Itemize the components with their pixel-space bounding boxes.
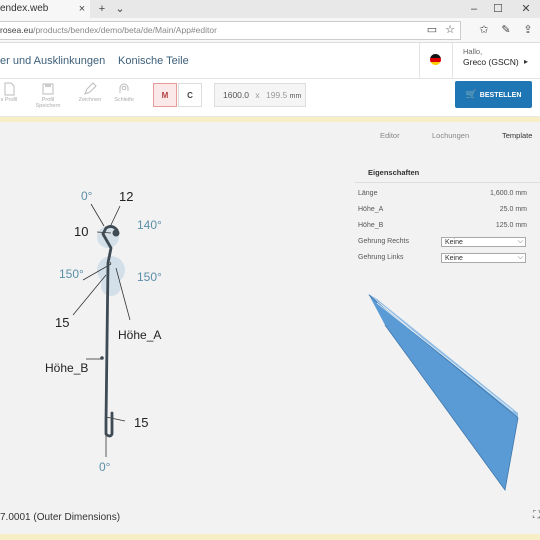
prop-label-gehrung-links: Gehrung Links	[358, 254, 404, 261]
url-host: rosea.eu	[0, 25, 34, 35]
order-button-label: BESTELLEN	[479, 92, 522, 99]
prop-label-gehrung-rechts: Gehrung Rechts	[358, 238, 409, 245]
greeting-text: Hallo,	[463, 47, 483, 56]
prop-label-hoehe-a: Höhe_A	[358, 206, 384, 213]
tool-label: Schleife	[114, 97, 134, 103]
browser-tab-bar: endex.web × + ⌄ – ☐ ✕	[0, 0, 540, 18]
tab-close-icon[interactable]: ×	[74, 0, 90, 18]
prop-value-hoehe-b[interactable]: 125.0 mm	[496, 222, 527, 229]
length-label-10[interactable]: 10	[74, 224, 88, 239]
3d-model-preview[interactable]	[355, 285, 540, 510]
user-menu[interactable]: Greco (GSCN)	[463, 57, 519, 67]
reading-view-icon[interactable]: ▭	[424, 21, 440, 39]
hoehe-b-label[interactable]: Höhe_B	[45, 361, 88, 375]
fold-node[interactable]	[112, 229, 120, 237]
angle-label-150-right[interactable]: 150°	[137, 270, 162, 284]
pencil-icon	[84, 82, 97, 95]
tab-menu-chevron-icon[interactable]: ⌄	[112, 0, 128, 18]
angle-label-150-left[interactable]: 150°	[59, 267, 84, 281]
prop-label-laenge: Länge	[358, 190, 378, 197]
share-icon[interactable]: ⇪	[520, 21, 536, 39]
file-icon	[4, 82, 15, 96]
tab-template[interactable]: Template	[502, 131, 532, 140]
bottom-strip	[0, 534, 540, 540]
url-field[interactable]: rosea.eu/products/bendex/demo/beta/de/Ma…	[0, 21, 461, 40]
tab-title: endex.web	[0, 3, 49, 14]
model-face	[369, 295, 518, 490]
gehrung-links-select[interactable]: Keine ⌵	[441, 253, 526, 263]
tab-lochungen[interactable]: Lochungen	[432, 131, 469, 140]
draw-button[interactable]: Zeichnen	[73, 79, 107, 103]
mode-m-toggle[interactable]: M	[153, 83, 177, 107]
favorites-hub-icon[interactable]: ✩	[476, 21, 492, 39]
length-label-15-top[interactable]: 15	[55, 315, 69, 330]
header-divider	[419, 43, 420, 78]
minimize-button[interactable]: –	[466, 0, 482, 18]
url-path: /products/bendex/demo/beta/de/Main/App#e…	[33, 25, 217, 35]
tool-label: s Profil	[0, 97, 18, 103]
new-tab-button[interactable]: +	[94, 0, 110, 18]
prop-value-hoehe-a[interactable]: 25.0 mm	[500, 206, 527, 213]
tool-label: Zeichnen	[78, 97, 102, 103]
pen-icon[interactable]: ✎	[498, 21, 514, 39]
width-value: 199.5	[266, 90, 288, 100]
dimensions-field[interactable]: 1600.0 x 199.5 mm	[214, 83, 306, 107]
user-menu-chevron-icon[interactable]: ▸	[524, 57, 528, 66]
angle-label-140[interactable]: 140°	[137, 218, 162, 232]
angle-label-top[interactable]: 0°	[81, 189, 93, 203]
tool-label: Profil Speichern	[35, 97, 61, 109]
length-value: 1600.0	[223, 90, 249, 100]
select-value: Keine	[445, 255, 463, 262]
save-profile-button[interactable]: Profil Speichern	[31, 79, 65, 109]
length-label-12[interactable]: 12	[119, 189, 133, 204]
properties-divider	[355, 182, 540, 183]
loop-icon	[119, 83, 129, 93]
prop-label-hoehe-b: Höhe_B	[358, 222, 384, 229]
load-profile-button[interactable]: s Profil	[0, 79, 26, 103]
properties-title: Eigenschaften	[368, 168, 420, 177]
app-header: er und Ausklinkungen Konische Teile Hall…	[0, 43, 540, 79]
chevron-down-icon: ⌵	[517, 254, 523, 261]
header-divider	[452, 43, 453, 78]
gehrung-rechts-select[interactable]: Keine ⌵	[441, 237, 526, 247]
cart-icon: 🛒	[465, 89, 477, 99]
length-label-15-bottom[interactable]: 15	[134, 415, 148, 430]
window-close-icon[interactable]: ✕	[518, 0, 534, 18]
select-value: Keine	[445, 239, 463, 246]
save-icon	[42, 83, 54, 95]
chevron-down-icon: ⌵	[517, 238, 523, 245]
order-button[interactable]: 🛒 BESTELLEN	[455, 81, 532, 108]
german-flag-icon[interactable]	[430, 54, 441, 65]
nav-link-konische-teile[interactable]: Konische Teile	[118, 55, 189, 67]
angle-label-bottom[interactable]: 0°	[99, 460, 111, 474]
mode-c-toggle[interactable]: C	[178, 83, 202, 107]
editor-toolbar: s Profil Profil Speichern Zeichnen Schle…	[0, 79, 540, 117]
maximize-button[interactable]: ☐	[490, 0, 506, 18]
profile-drawing-canvas[interactable]: 0° 12 10 140° 150° 150° 15 Höhe_A Höhe_B…	[0, 122, 350, 522]
unit-label: mm	[289, 93, 302, 100]
favorite-star-icon[interactable]: ☆	[442, 21, 458, 39]
fullscreen-icon[interactable]: ⛶	[533, 510, 540, 521]
nav-link-ausklinkungen[interactable]: er und Ausklinkungen	[0, 55, 105, 67]
times-sign: x	[255, 90, 260, 100]
hoehe-a-label[interactable]: Höhe_A	[118, 328, 161, 342]
tab-editor[interactable]: Editor	[380, 131, 400, 140]
loop-button[interactable]: Schleife	[107, 79, 141, 103]
prop-value-laenge[interactable]: 1,600.0 mm	[490, 190, 527, 197]
segment-node[interactable]	[100, 356, 104, 360]
dimensions-footer: 7.0001 (Outer Dimensions)	[0, 512, 121, 523]
address-bar: rosea.eu/products/bendex/demo/beta/de/Ma…	[0, 18, 540, 43]
